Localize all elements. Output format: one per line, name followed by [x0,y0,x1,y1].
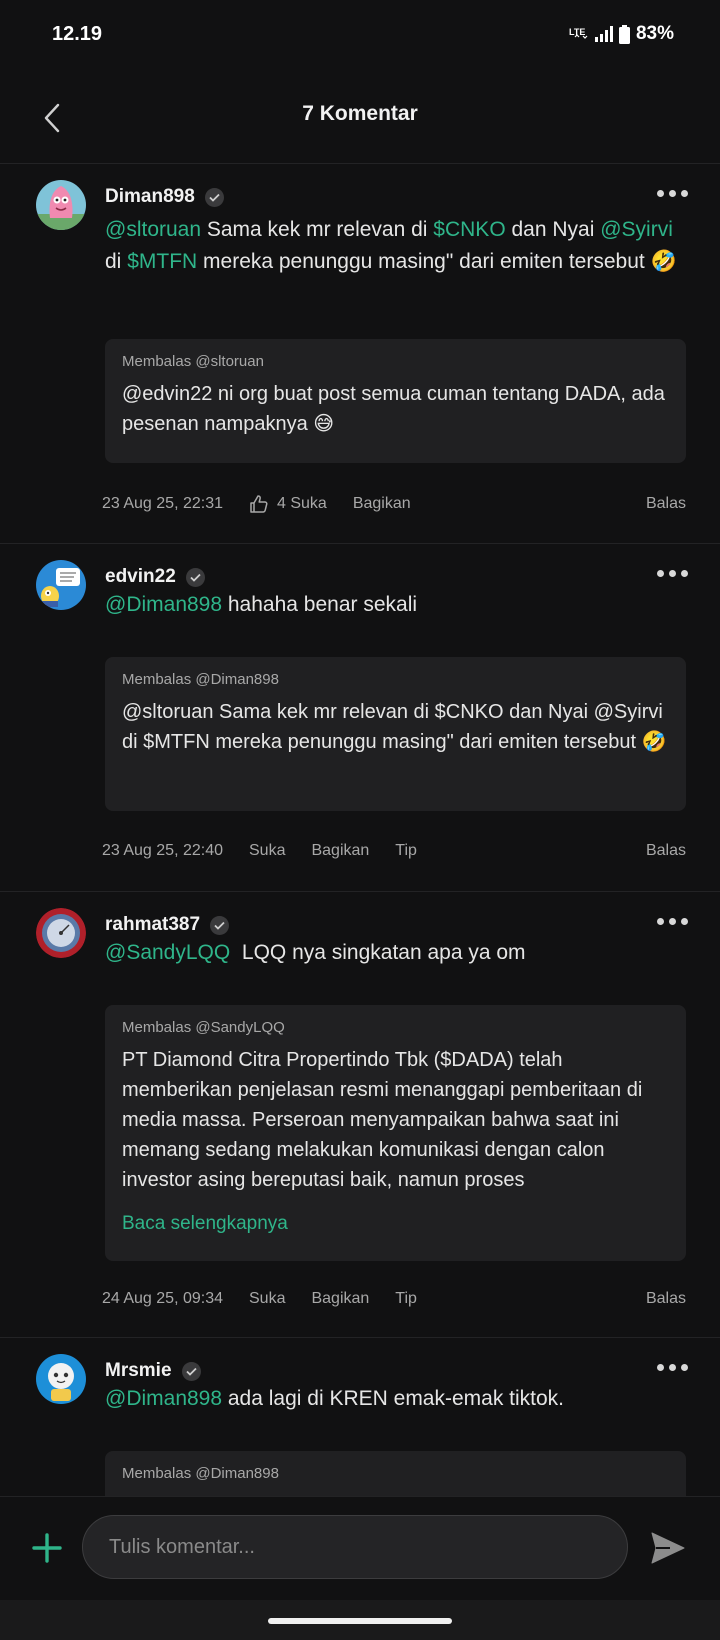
like-count: 4 Suka [277,495,327,512]
battery-icon [618,24,630,44]
status-bar: 12.19 LTE 83% [0,0,720,72]
mention-link[interactable]: @SandyLQQ [105,941,230,964]
quoted-reply[interactable]: Membalas @Diman898 @sltoruan Sama kek mr… [105,657,686,811]
comment-meta: 24 Aug 25, 09:34 Suka Bagikan Tip Balas [102,1290,686,1308]
mention-link[interactable]: @Syirvi [600,218,673,241]
mention-link[interactable]: @Diman898 [105,593,222,616]
battery-percentage: 83% [635,23,674,44]
status-time: 12.19 [52,23,103,45]
reply-label: Membalas @SandyLQQ [122,1019,285,1036]
send-button[interactable] [650,1531,686,1565]
share-button[interactable]: Bagikan [353,495,411,513]
reply-label: Membalas @Diman898 [122,1465,279,1482]
quoted-reply[interactable]: Membalas @Diman898 [105,1451,686,1496]
share-button[interactable]: Bagikan [311,1290,369,1308]
comment-meta: 23 Aug 25, 22:31 4 Suka Bagikan Balas [102,494,686,514]
reply-button[interactable]: Balas [646,495,686,513]
more-options-button[interactable] [657,570,688,577]
comment-body: @sltoruan Sama kek mr relevan di $CNKO d… [105,218,677,273]
timestamp: 23 Aug 25, 22:40 [102,842,223,859]
username[interactable]: rahmat387 [105,914,200,936]
ticker-link[interactable]: $CNKO [433,218,505,241]
more-options-button[interactable] [657,918,688,925]
comment-body: @SandyLQQ LQQ nya singkatan apa ya om [105,941,526,964]
status-icons: LTE 83% [569,23,674,45]
comment-list[interactable]: Diman898 @sltoruan Sama kek mr relevan d… [0,164,720,1496]
verified-icon [181,1361,201,1381]
verified-icon [185,567,205,587]
username[interactable]: edvin22 [105,566,176,588]
reply-text: PT Diamond Citra Propertindo Tbk ($DADA)… [122,1049,643,1191]
comment-meta: 23 Aug 25, 22:40 Suka Bagikan Tip Balas [102,842,686,860]
avatar[interactable] [36,180,86,230]
read-more-link[interactable]: Baca selengkapnya [122,1213,669,1235]
tip-button[interactable]: Tip [395,842,417,860]
comment-item: Mrsmie @Diman898 ada lagi di KREN emak-e… [0,1338,720,1496]
plus-icon [32,1533,62,1563]
comment-item: rahmat387 @SandyLQQ LQQ nya singkatan ap… [0,892,720,1338]
reply-text: @sltoruan Sama kek mr relevan di $CNKO d… [122,701,667,753]
share-button[interactable]: Bagikan [311,842,369,860]
signal-icon [594,26,613,42]
mention-link[interactable]: @sltoruan [105,218,201,241]
reply-label: Membalas @Diman898 [122,671,279,688]
header: 7 Komentar [0,72,720,164]
comment-item: Diman898 @sltoruan Sama kek mr relevan d… [0,164,720,544]
more-options-button[interactable] [657,190,688,197]
home-indicator[interactable] [268,1618,452,1624]
thumbs-up-icon [250,495,268,513]
avatar[interactable] [36,560,86,610]
reply-text: @edvin22 ni org buat post semua cuman te… [122,383,665,435]
comment-input[interactable] [82,1515,628,1579]
username-row: Mrsmie [105,1360,201,1382]
username[interactable]: Diman898 [105,186,195,208]
username-row: rahmat387 [105,914,230,936]
username-row: edvin22 [105,566,205,588]
avatar[interactable] [36,908,86,958]
page-title: 7 Komentar [302,102,418,125]
like-button[interactable]: 4 Suka [249,494,327,514]
reply-button[interactable]: Balas [646,842,686,860]
verified-icon [204,187,224,207]
avatar[interactable] [36,1354,86,1404]
like-button[interactable]: Suka [249,842,285,860]
system-nav-bar [0,1600,720,1640]
quoted-reply[interactable]: Membalas @SandyLQQ PT Diamond Citra Prop… [105,1005,686,1261]
comment-body: @Diman898 ada lagi di KREN emak-emak tik… [105,1387,565,1410]
tip-button[interactable]: Tip [395,1290,417,1308]
reply-button[interactable]: Balas [646,1290,686,1308]
lte-icon: LTE [569,26,589,42]
quoted-reply[interactable]: Membalas @sltoruan @edvin22 ni org buat … [105,339,686,463]
comment-body: @Diman898 hahaha benar sekali [105,593,418,616]
more-options-button[interactable] [657,1364,688,1371]
mention-link[interactable]: @Diman898 [105,1387,222,1410]
username-row: Diman898 [105,186,224,208]
add-attachment-button[interactable] [30,1531,64,1565]
like-button[interactable]: Suka [249,1290,285,1308]
ticker-link[interactable]: $MTFN [127,250,197,273]
username[interactable]: Mrsmie [105,1360,172,1382]
timestamp: 24 Aug 25, 09:34 [102,1290,223,1307]
verified-icon [210,915,230,935]
comment-composer [0,1496,720,1600]
send-icon [651,1532,685,1564]
comment-item: edvin22 @Diman898 hahaha benar sekali Me… [0,544,720,892]
reply-label: Membalas @sltoruan [122,353,264,370]
timestamp: 23 Aug 25, 22:31 [102,495,223,512]
